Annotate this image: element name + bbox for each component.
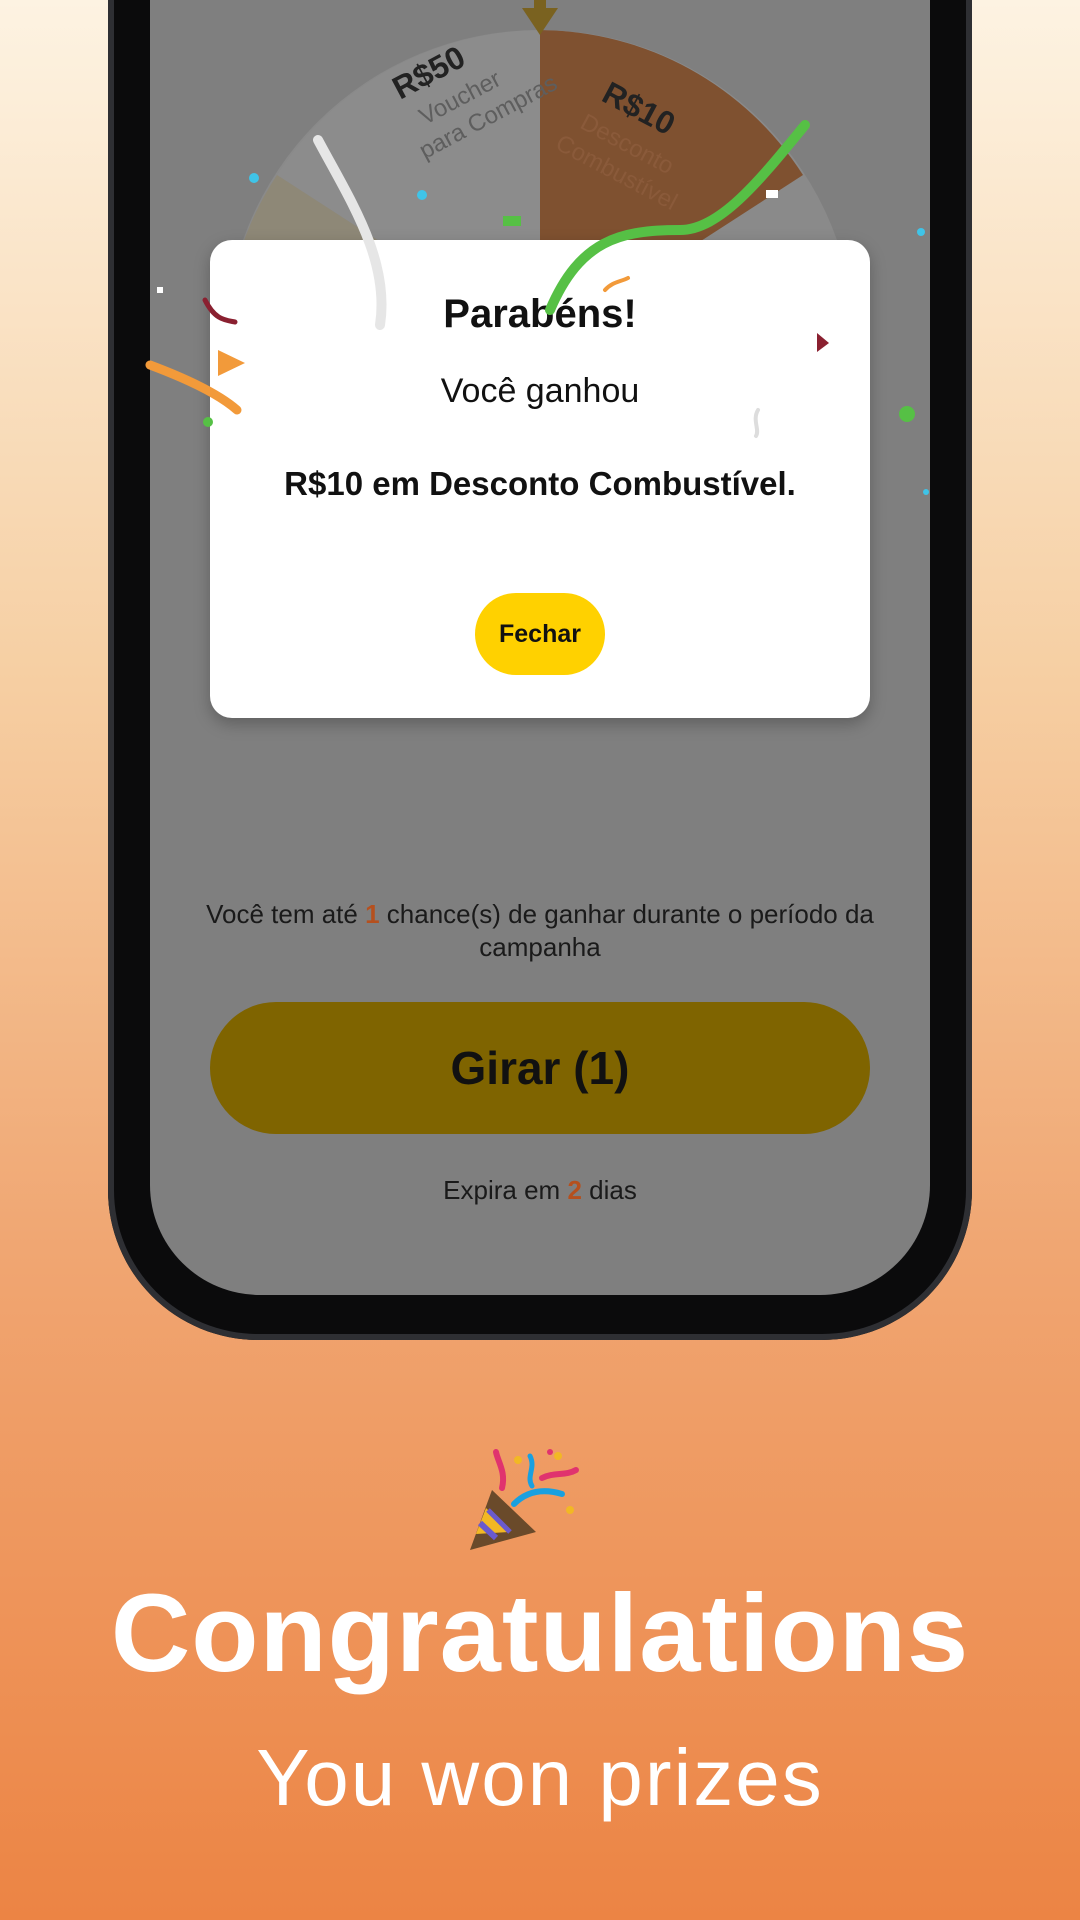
chance-prefix: Você tem até — [206, 899, 366, 929]
congrats-modal: Parabéns! Você ganhou R$10 em Desconto C… — [210, 240, 870, 718]
promo-subline: You won prizes — [256, 1733, 824, 1822]
party-popper-icon — [470, 1449, 579, 1550]
modal-subtitle: Você ganhou — [440, 372, 640, 410]
chance-count: 1 — [365, 899, 380, 929]
expiry-prefix: Expira em — [443, 1175, 568, 1205]
spin-button[interactable]: Girar (1) — [210, 1002, 870, 1134]
expiry-info: Expira em 2 dias — [190, 1175, 890, 1206]
chance-suffix: chance(s) de ganhar durante o período da… — [379, 899, 874, 962]
close-button[interactable]: Fechar — [475, 593, 605, 675]
expiry-days: 2 — [567, 1175, 582, 1205]
promo-headline: Congratulations — [110, 1572, 970, 1695]
chance-info: Você tem até 1 chance(s) de ganhar duran… — [190, 898, 890, 964]
expiry-suffix: dias — [581, 1175, 637, 1205]
modal-title: Parabéns! — [443, 292, 637, 336]
modal-prize: R$10 em Desconto Combustível. — [284, 465, 796, 502]
wheel-pointer-icon — [522, 0, 558, 35]
